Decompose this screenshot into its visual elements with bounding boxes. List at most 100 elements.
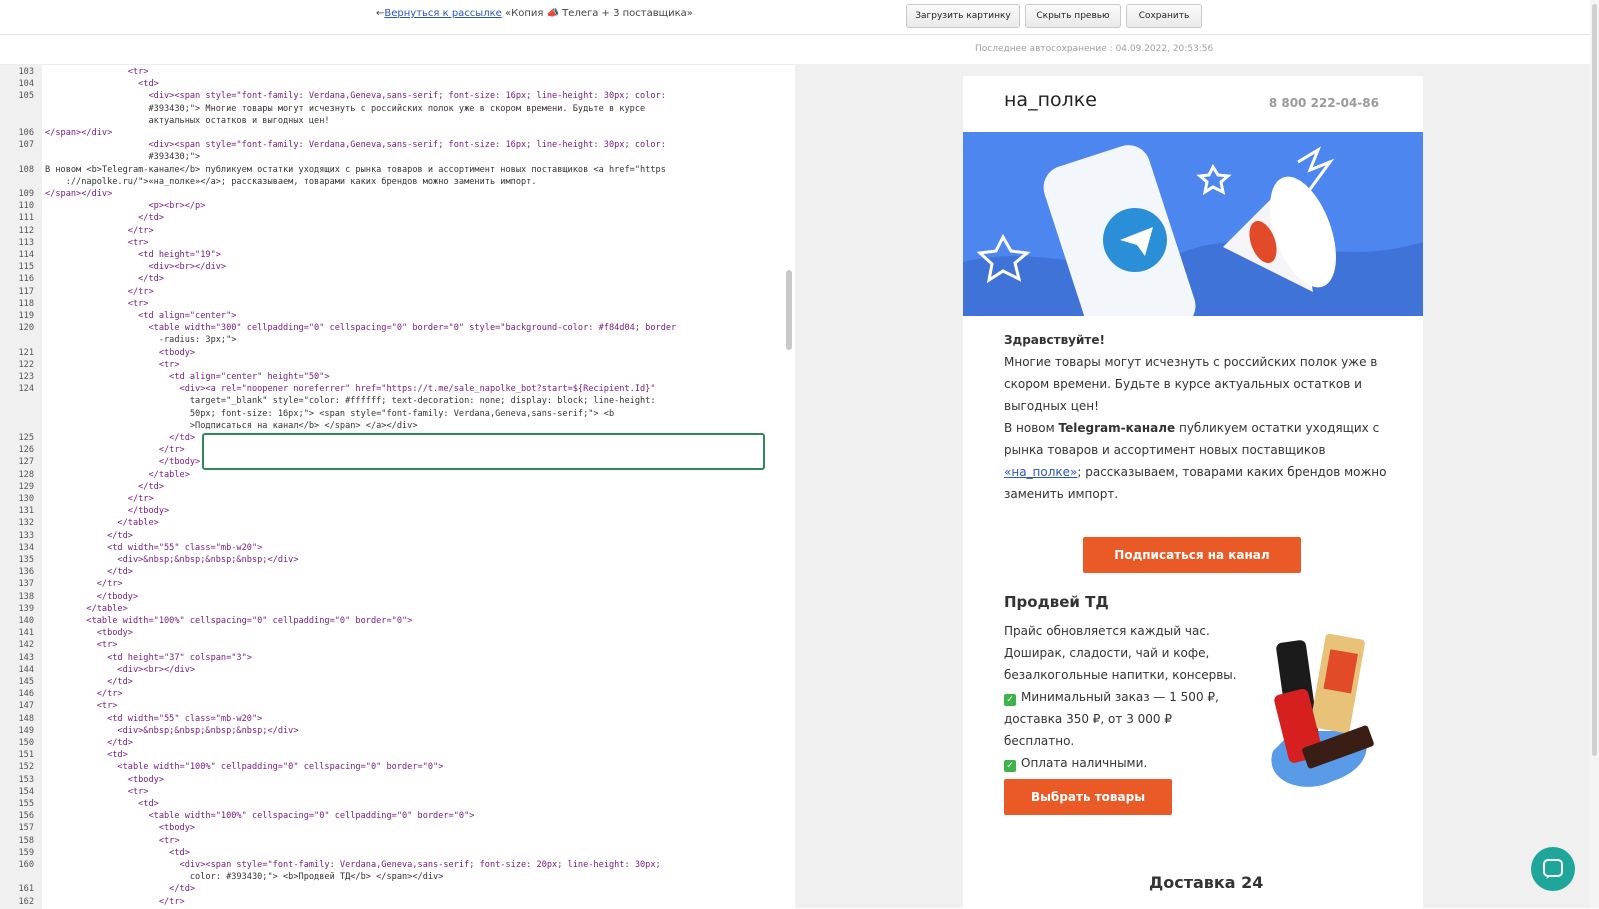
code-text[interactable]: <div><span style="font-family: Verdana,G… bbox=[45, 90, 665, 102]
code-line[interactable]: 103 <tr> bbox=[0, 66, 795, 78]
code-text[interactable]: </td> bbox=[45, 481, 164, 493]
code-text[interactable]: <div><a rel="noopener noreferrer" href="… bbox=[45, 383, 656, 395]
code-text[interactable]: color: #393430;"> <b>Продвей ТД</b> </sp… bbox=[45, 871, 444, 883]
chat-widget-button[interactable] bbox=[1531, 847, 1575, 891]
code-line[interactable]: 117 </tr> bbox=[0, 286, 795, 298]
code-text[interactable]: <tr> bbox=[45, 237, 149, 249]
code-line[interactable]: 128 </table> bbox=[0, 469, 795, 481]
code-text[interactable]: #393430;"> Многие товары могут исчезнуть… bbox=[45, 103, 645, 115]
code-line[interactable]: 123 <td align="center" height="50"> bbox=[0, 371, 795, 383]
code-text[interactable]: </td> bbox=[45, 676, 133, 688]
code-line[interactable]: #393430;"> Многие товары могут исчезнуть… bbox=[0, 103, 795, 115]
code-text[interactable]: </span></div> bbox=[45, 188, 112, 200]
code-text[interactable]: <td> bbox=[45, 749, 128, 761]
choose-products-button[interactable]: Выбрать товары bbox=[1004, 779, 1172, 815]
code-line[interactable]: 157 <tbody> bbox=[0, 822, 795, 834]
code-line[interactable]: 130 </tr> bbox=[0, 493, 795, 505]
code-text[interactable]: <td> bbox=[45, 78, 159, 90]
code-text[interactable]: <tr> bbox=[45, 835, 180, 847]
code-text[interactable]: <table width="100%" cellspacing="0" cell… bbox=[45, 810, 474, 822]
code-text[interactable]: </td> bbox=[45, 273, 164, 285]
code-text[interactable]: </tr> bbox=[45, 286, 154, 298]
code-line[interactable]: 142 <tr> bbox=[0, 639, 795, 651]
code-text[interactable]: <table width="300" cellpadding="0" cells… bbox=[45, 322, 676, 334]
code-line[interactable]: 122 <tr> bbox=[0, 359, 795, 371]
code-text[interactable]: </tr> bbox=[45, 225, 154, 237]
code-text[interactable]: <table width="100%" cellspacing="0" cell… bbox=[45, 615, 412, 627]
napolke-link[interactable]: «на_полке» bbox=[1004, 465, 1077, 479]
code-text[interactable]: </table> bbox=[45, 603, 127, 615]
code-line[interactable]: 118 <tr> bbox=[0, 298, 795, 310]
code-text[interactable]: <tbody> bbox=[45, 774, 164, 786]
editor-scrollbar[interactable] bbox=[786, 270, 792, 350]
code-text[interactable]: </tbody> bbox=[45, 591, 138, 603]
code-text[interactable]: ://napolke.ru/">«на_полке»</a>; рассказы… bbox=[45, 176, 537, 188]
code-line[interactable]: 107 <div><span style="font-family: Verda… bbox=[0, 139, 795, 151]
code-line[interactable]: 158 <tr> bbox=[0, 835, 795, 847]
code-line[interactable]: 151 <td> bbox=[0, 749, 795, 761]
code-line[interactable]: 140 <table width="100%" cellspacing="0" … bbox=[0, 615, 795, 627]
code-text[interactable]: <div>&nbsp;&nbsp;&nbsp;&nbsp;</div> bbox=[45, 554, 298, 566]
code-text[interactable]: <div><br></div> bbox=[45, 664, 195, 676]
code-line[interactable]: 148 <td width="55" class="mb-w20"> bbox=[0, 713, 795, 725]
code-text[interactable]: </td> bbox=[45, 737, 133, 749]
code-line[interactable]: 116 </td> bbox=[0, 273, 795, 285]
upload-image-button[interactable]: Загрузить картинку bbox=[906, 4, 1020, 28]
code-line[interactable]: 156 <table width="100%" cellspacing="0" … bbox=[0, 810, 795, 822]
code-line[interactable]: 144 <div><br></div> bbox=[0, 664, 795, 676]
code-line[interactable]: 141 <tbody> bbox=[0, 627, 795, 639]
code-text[interactable]: </td> bbox=[45, 883, 195, 895]
back-to-campaign[interactable]: ←Вернуться к рассылке «Копия 📣 Телега + … bbox=[376, 8, 693, 19]
code-text[interactable]: -radius: 3px;"> bbox=[45, 334, 237, 346]
code-line[interactable]: 152 <table width="100%" cellpadding="0" … bbox=[0, 761, 795, 773]
code-text[interactable]: </td> bbox=[45, 530, 133, 542]
code-editor[interactable]: 103 <tr> 104 <td> 105 <div><span style="fo… bbox=[0, 64, 795, 909]
code-line[interactable]: -radius: 3px;"> bbox=[0, 334, 795, 346]
code-line[interactable]: 105 <div><span style="font-family: Verda… bbox=[0, 90, 795, 102]
code-line[interactable]: 119 <td align="center"> bbox=[0, 310, 795, 322]
code-line[interactable]: 138 </tbody> bbox=[0, 591, 795, 603]
code-line[interactable]: 132 </table> bbox=[0, 517, 795, 529]
code-line[interactable]: 147 <tr> bbox=[0, 700, 795, 712]
code-text[interactable]: <div><br></div> bbox=[45, 261, 226, 273]
back-link[interactable]: Вернуться к рассылке bbox=[384, 8, 501, 19]
code-text[interactable]: актуальных остатков и выгодных цен! bbox=[45, 115, 329, 127]
code-text[interactable]: В новом <b>Telegram-канале</b> публикуем… bbox=[45, 164, 666, 176]
code-line[interactable]: 145 </td> bbox=[0, 676, 795, 688]
code-text[interactable]: <td width="55" class="mb-w20"> bbox=[45, 713, 262, 725]
code-text[interactable]: </td> bbox=[45, 212, 164, 224]
code-line[interactable]: 134 <td width="55" class="mb-w20"> bbox=[0, 542, 795, 554]
code-text[interactable]: <tbody> bbox=[45, 347, 195, 359]
code-text[interactable]: <table width="100%" cellpadding="0" cell… bbox=[45, 761, 443, 773]
code-text[interactable]: </tbody> bbox=[45, 456, 200, 468]
code-line[interactable]: 155 <td> bbox=[0, 798, 795, 810]
code-text[interactable]: <tbody> bbox=[45, 627, 133, 639]
code-line[interactable]: 113 <tr> bbox=[0, 237, 795, 249]
code-text[interactable]: <td width="55" class="mb-w20"> bbox=[45, 542, 262, 554]
code-line[interactable]: 115 <div><br></div> bbox=[0, 261, 795, 273]
code-line[interactable]: 112 </tr> bbox=[0, 225, 795, 237]
code-text[interactable]: <tr> bbox=[45, 700, 118, 712]
code-line[interactable]: 150 </td> bbox=[0, 737, 795, 749]
code-line[interactable]: 106 </span></div> bbox=[0, 127, 795, 139]
code-text[interactable]: <td> bbox=[45, 847, 190, 859]
code-text[interactable]: </td> bbox=[45, 432, 195, 444]
code-line[interactable]: 104 <td> bbox=[0, 78, 795, 90]
code-text[interactable]: <div>&nbsp;&nbsp;&nbsp;&nbsp;</div> bbox=[45, 725, 298, 737]
code-text[interactable]: <td height="37" colspan="3"> bbox=[45, 652, 252, 664]
code-line[interactable]: 149 <div>&nbsp;&nbsp;&nbsp;&nbsp;</div> bbox=[0, 725, 795, 737]
code-text[interactable]: </tr> bbox=[45, 578, 123, 590]
code-line[interactable]: 131 </tbody> bbox=[0, 505, 795, 517]
code-text[interactable]: </tr> bbox=[45, 688, 123, 700]
code-line[interactable]: color: #393430;"> <b>Продвей ТД</b> </sp… bbox=[0, 871, 795, 883]
code-text[interactable]: <td height="19"> bbox=[45, 249, 221, 261]
code-text[interactable]: </tr> bbox=[45, 444, 185, 456]
code-text[interactable]: <td> bbox=[45, 798, 159, 810]
code-text[interactable]: <div><span style="font-family: Verdana,G… bbox=[45, 139, 665, 151]
code-text[interactable]: <tr> bbox=[45, 359, 180, 371]
code-text[interactable]: <td align="center" height="50"> bbox=[45, 371, 329, 383]
code-text[interactable]: >Подписаться на канал</b> </span> </a></… bbox=[45, 420, 418, 432]
code-text[interactable]: <tbody> bbox=[45, 822, 195, 834]
code-line[interactable]: 50px; font-size: 16px;"> <span style="fo… bbox=[0, 408, 795, 420]
code-line[interactable]: 159 <td> bbox=[0, 847, 795, 859]
